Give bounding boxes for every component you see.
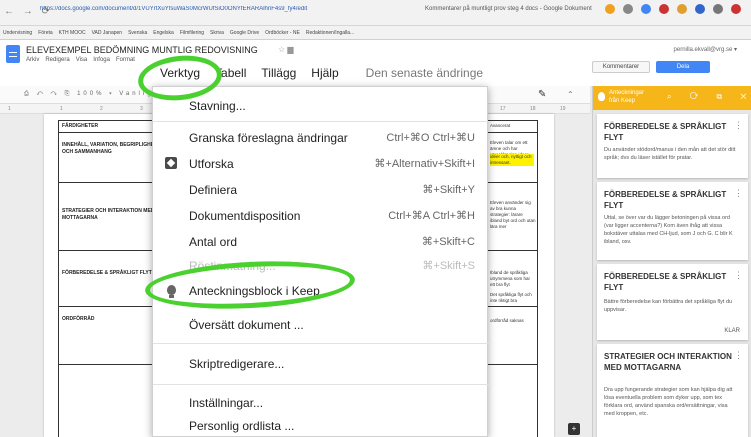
docs-menu-item[interactable]: Redigera (45, 57, 69, 63)
menu-item-granska[interactable]: Granska föreslagna ändringar Ctrl+⌘O Ctr… (153, 125, 489, 151)
extension-icons (605, 4, 741, 14)
toolbar-tools[interactable]: ⎙ ↶ ↷ ⎘ 100% ▾ Vanlig (24, 91, 154, 98)
keep-note[interactable]: FÖRBEREDELSE & SPRÅKLIGT FLYT ⋮ Du använ… (597, 114, 748, 178)
keep-note[interactable]: FÖRBEREDELSE & SPRÅKLIGT FLYT ⋮ Bättre f… (597, 264, 748, 340)
menu-item-oversatt[interactable]: Översätt dokument ... (153, 312, 489, 338)
bookmark-item[interactable]: Google Drive (230, 30, 259, 36)
extension-icon[interactable] (695, 4, 705, 14)
docs-menu-item[interactable]: Arkiv (26, 57, 39, 63)
share-button[interactable]: Dela (656, 61, 710, 73)
docs-menu-item[interactable]: Infoga (93, 57, 110, 63)
docs-menu-item[interactable]: Format (116, 57, 135, 63)
menu-item-utforska[interactable]: Utforska ⌘+Alternativ+Skift+I (153, 151, 489, 177)
more-icon[interactable]: ⋮ (734, 270, 743, 281)
table-row-label: ORDFÖRRÅD (62, 316, 95, 322)
explore-icon (165, 157, 177, 169)
keep-note[interactable]: FÖRBEREDELSE & SPRÅKLIGT FLYT ⋮ Uttal, s… (597, 182, 748, 260)
url-field[interactable]: https://docs.google.com/document/d/1VUYr… (40, 6, 360, 12)
extension-icon[interactable] (713, 4, 723, 14)
bookmark-item[interactable]: Ordböcker - NE (265, 30, 300, 36)
bookmark-item[interactable]: Redaktionen/Ingalla... (306, 30, 354, 36)
table-cell: Avancerat (490, 123, 511, 128)
menu-item-personlig-ordlista[interactable]: Personlig ordlista ... (153, 413, 489, 437)
more-icon[interactable]: ⋮ (734, 350, 743, 361)
bookmark-item[interactable]: KTH MOOC (59, 30, 86, 36)
ruler-tick: 2 (100, 106, 103, 112)
ruler-tick: 19 (560, 106, 566, 112)
menu-hjalp[interactable]: Hjälp (311, 66, 338, 80)
collapse-icon[interactable]: ⌃ (567, 90, 574, 99)
table-row-label: FÄRDIGHETER (62, 123, 99, 129)
menu-item-dokumentdisposition[interactable]: Dokumentdisposition Ctrl+⌘A Ctrl+⌘H (153, 203, 489, 229)
last-edit-link[interactable]: Den senaste ändringe (366, 66, 483, 80)
docs-menu-item[interactable]: Visa (76, 57, 88, 63)
pen-icon[interactable]: ✎ (538, 89, 546, 100)
docs-logo-icon[interactable] (6, 45, 20, 63)
add-icon[interactable]: + (568, 423, 580, 435)
table-row-label: INNEHÅLL, VARIATION, BEGRIPLIGHET OCH SA… (62, 142, 158, 155)
ruler-tick: 1 (60, 106, 63, 112)
ruler-tick: 1 (8, 106, 11, 112)
menu-item-antal-ord[interactable]: Antal ord ⌘+Skift+C (153, 229, 489, 255)
table-cell: Eleven använder sig av bra kunna strateg… (490, 200, 536, 229)
keep-header-title: Anteckningar från Keep (609, 90, 645, 104)
extension-icon[interactable] (677, 4, 687, 14)
table-row-label: FÖRBEREDELSE & SPRÅKLIGT FLYT (62, 270, 152, 276)
bookmarks-bar: Undervisning Företa KTH MOOC VAD Janapen Sve… (0, 26, 751, 40)
user-account[interactable]: pernilla.ekvall@vrg.se ▾ (674, 46, 737, 53)
menu-item-stavning[interactable]: Stavning... (153, 93, 489, 119)
more-icon[interactable]: ⋮ (734, 120, 743, 131)
highlighted-cell-text: idéer och, nyttigt och intressant. (490, 154, 534, 166)
menu-separator (153, 384, 489, 385)
extension-icon[interactable] (641, 4, 651, 14)
bookmark-item[interactable]: Filmfilering (180, 30, 204, 36)
menu-tillagg[interactable]: Tillägg (261, 66, 296, 80)
menu-separator (153, 121, 489, 122)
bookmark-item[interactable]: Skriva (210, 30, 224, 36)
bookmark-item[interactable]: Företa (38, 30, 52, 36)
star-folder-icons[interactable]: ☆ ▆ (278, 45, 294, 54)
keep-note[interactable]: STRATEGIER OCH INTERAKTION MED MOTTAGARN… (597, 344, 748, 437)
browser-tab-title: Kommentarer på muntligt prov steg 4 docs… (425, 6, 592, 12)
ruler-tick: 17 (500, 106, 506, 112)
comments-button[interactable]: Kommentarer (592, 61, 650, 73)
table-row-label: STRATEGIER OCH INTERAKTION MED MOTTAGARN… (62, 208, 155, 221)
table-cell: Det språkliga flyt och inte riktigt bra (490, 292, 532, 303)
table-cell: ordförråd saknas (490, 318, 524, 323)
extension-icon[interactable] (659, 4, 669, 14)
keep-logo-icon (598, 92, 605, 101)
document-title[interactable]: ELEVEXEMPEL BEDÖMNING MUNTLIG REDOVISNIN… (26, 45, 258, 55)
keep-header-actions[interactable]: ⌕ ⟳ ⧉ ✕ (667, 92, 751, 102)
extension-icon[interactable] (605, 4, 615, 14)
more-icon[interactable]: ⋮ (734, 188, 743, 199)
bookmark-item[interactable]: Svenska (128, 30, 147, 36)
extension-icon[interactable] (731, 4, 741, 14)
screenshot: ← → ⟳ https://docs.google.com/document/d… (0, 0, 751, 437)
bookmark-item[interactable]: Undervisning (3, 30, 32, 36)
bookmark-item[interactable]: VAD Janapen (92, 30, 122, 36)
table-cell: Ibland de språkliga utrymmena som har et… (490, 270, 531, 287)
verktyg-dropdown-menu: Stavning... Granska föreslagna ändringar… (152, 86, 489, 437)
menu-item-definiera[interactable]: Definiera ⌘+Skift+Y (153, 177, 489, 203)
keep-panel: Anteckningar från Keep ⌕ ⟳ ⧉ ✕ FÖRBEREDE… (592, 86, 751, 437)
browser-address-bar: ← → ⟳ https://docs.google.com/document/d… (0, 0, 751, 26)
ruler-tick: 3 (140, 106, 143, 112)
extension-icon[interactable] (623, 4, 633, 14)
ruler-tick: 18 (530, 106, 536, 112)
menu-item-skriptredigerare[interactable]: Skriptredigerare... (153, 351, 489, 377)
docs-menu-small: Arkiv Redigera Visa Infoga Format (26, 57, 141, 63)
done-button[interactable]: KLAR (724, 328, 740, 334)
menu-separator (153, 343, 489, 344)
bookmark-item[interactable]: Engelska (153, 30, 174, 36)
keep-header: Anteckningar från Keep ⌕ ⟳ ⧉ ✕ (593, 86, 751, 110)
